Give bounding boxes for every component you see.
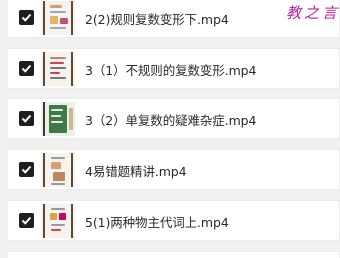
file-row-3[interactable]: 3（2）单复数的疑难杂症.mp4 bbox=[7, 98, 340, 139]
video-thumbnail bbox=[41, 204, 75, 238]
file-list: 2(2)规则复数变形下.mp4 教之言 3（1）不规则的复数变形.mp4 3（2… bbox=[0, 0, 340, 258]
file-name: 4易错题精讲.mp4 bbox=[85, 164, 187, 179]
file-name: 5(1)两种物主代词上.mp4 bbox=[85, 215, 229, 230]
checkbox-checked[interactable] bbox=[19, 111, 34, 126]
file-row-1[interactable]: 2(2)规则复数变形下.mp4 教之言 bbox=[7, 0, 340, 38]
file-row-4[interactable]: 4易错题精讲.mp4 bbox=[7, 149, 340, 190]
video-thumbnail bbox=[41, 52, 75, 86]
checkmark-icon bbox=[21, 216, 32, 225]
checkmark-icon bbox=[21, 114, 32, 123]
video-thumbnail bbox=[41, 153, 75, 187]
file-name: 2(2)规则复数变形下.mp4 bbox=[85, 12, 229, 27]
checkbox-checked[interactable] bbox=[19, 61, 34, 76]
checkmark-icon bbox=[21, 13, 32, 22]
checkmark-icon bbox=[21, 64, 32, 73]
file-name: 3（2）单复数的疑难杂症.mp4 bbox=[85, 113, 257, 128]
checkbox-checked[interactable] bbox=[19, 162, 34, 177]
file-row-6-partial[interactable] bbox=[7, 251, 340, 258]
file-row-5[interactable]: 5(1)两种物主代词上.mp4 bbox=[7, 200, 340, 241]
checkmark-icon bbox=[21, 165, 32, 174]
checkbox-checked[interactable] bbox=[19, 213, 34, 228]
watermark-logo: 教之言 bbox=[286, 4, 340, 22]
file-row-2[interactable]: 3（1）不规则的复数变形.mp4 bbox=[7, 48, 340, 89]
file-name: 3（1）不规则的复数变形.mp4 bbox=[85, 63, 257, 78]
video-thumbnail bbox=[41, 1, 75, 35]
checkbox-checked[interactable] bbox=[19, 10, 34, 25]
video-thumbnail bbox=[41, 102, 75, 136]
